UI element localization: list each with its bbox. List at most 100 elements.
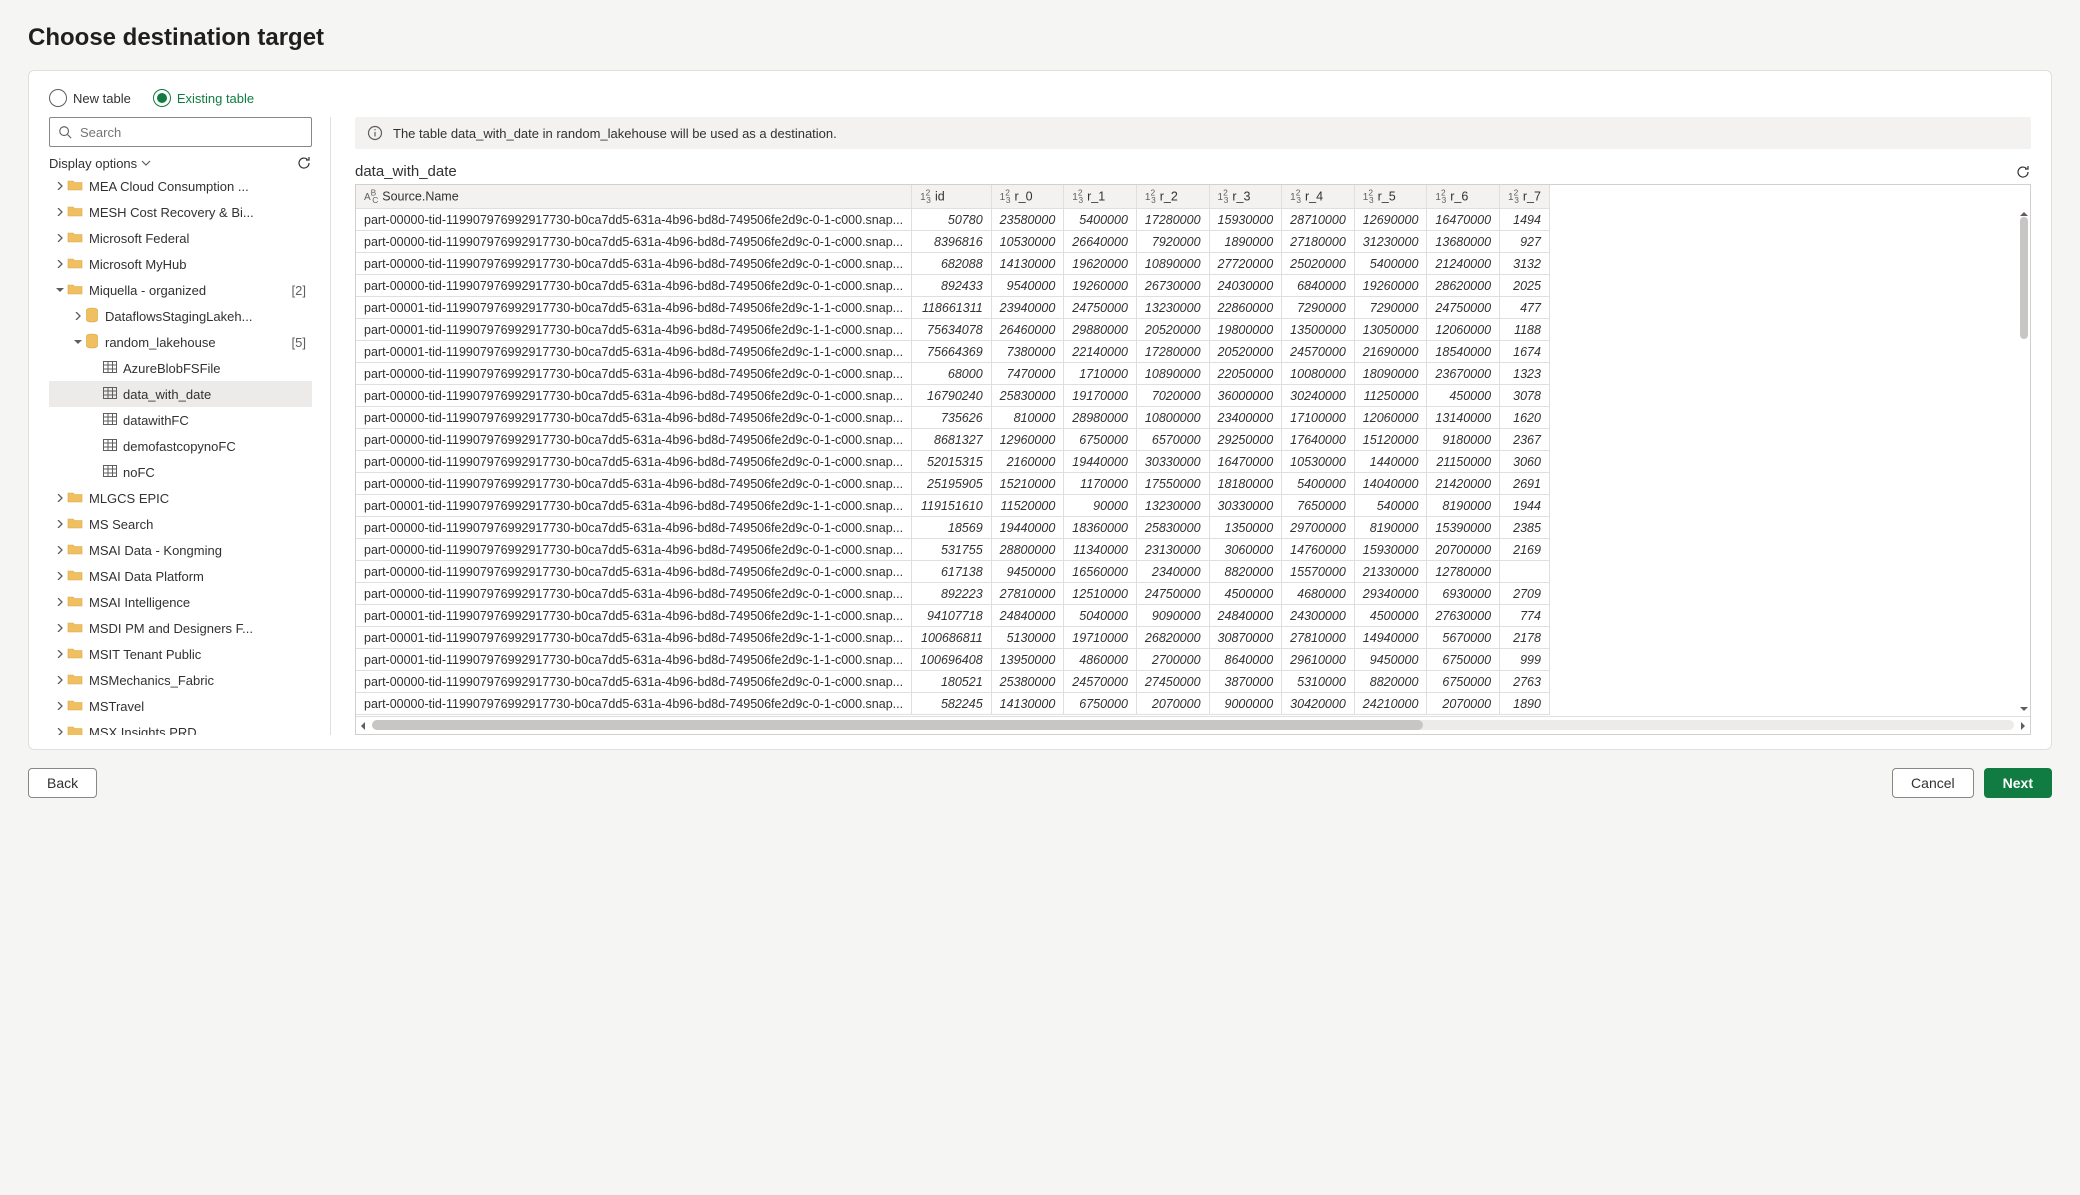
column-header[interactable]: 123id [912,185,992,209]
table-row[interactable]: part-00000-tid-1199079769929​17730-b0ca7… [356,451,1549,473]
table-cell: 12510000 [1064,583,1137,605]
tree-item[interactable]: MSX Insights PRD [49,719,312,735]
tree-item[interactable]: MSIT Tenant Public [49,641,312,667]
table-row[interactable]: part-00000-tid-1199079769929​17730-b0ca7… [356,231,1549,253]
lakehouse-icon [85,307,99,326]
tree-item[interactable]: Microsoft Federal [49,225,312,251]
tree-item[interactable]: MSAI Data Platform [49,563,312,589]
table-cell: 6570000 [1136,429,1209,451]
cancel-button[interactable]: Cancel [1892,768,1974,798]
table-cell: 13500000 [1282,319,1355,341]
table-cell: 30420000 [1282,693,1355,715]
table-row[interactable]: part-00000-tid-1199079769929​17730-b0ca7… [356,209,1549,231]
tree-item[interactable]: noFC [49,459,312,485]
table-row[interactable]: part-00001-tid-1199079769929​17730-b0ca7… [356,627,1549,649]
table-cell: 12780000 [1427,561,1500,583]
table-cell: 15930000 [1354,539,1427,561]
column-header[interactable]: 123r_5 [1354,185,1427,209]
table-row[interactable]: part-00001-tid-1199079769929​17730-b0ca7… [356,495,1549,517]
table-cell: part-00000-tid-1199079769929​17730-b0ca7… [356,253,912,275]
refresh-preview-button[interactable] [2015,164,2031,180]
tree-item[interactable]: AzureBlobFSFile [49,355,312,381]
tree-item[interactable]: MESH Cost Recovery & Bi... [49,199,312,225]
tree-item[interactable]: MSTravel [49,693,312,719]
column-header[interactable]: 123r_6 [1427,185,1500,209]
grid-scroll-right-icon[interactable] [2016,717,2030,734]
search-input[interactable] [78,124,303,141]
table-row[interactable]: part-00001-tid-1199079769929​17730-b0ca7… [356,297,1549,319]
caret-icon [71,338,85,346]
tree-item[interactable]: MSAI Data - Kongming [49,537,312,563]
table-row[interactable]: part-00000-tid-1199079769929​17730-b0ca7… [356,275,1549,297]
tree-item[interactable]: MSAI Intelligence [49,589,312,615]
caret-icon [53,546,67,554]
table-cell: 5130000 [991,627,1064,649]
tree-item[interactable]: MS Search [49,511,312,537]
table-cell: 23670000 [1427,363,1500,385]
table-cell: 15390000 [1427,517,1500,539]
tree-item[interactable]: data_with_date [49,381,312,407]
table-cell: 17550000 [1136,473,1209,495]
table-row[interactable]: part-00000-tid-1199079769929​17730-b0ca7… [356,693,1549,715]
table-row[interactable]: part-00000-tid-1199079769929​17730-b0ca7… [356,253,1549,275]
table-row[interactable]: part-00000-tid-1199079769929​17730-b0ca7… [356,583,1549,605]
column-header[interactable]: 123r_7 [1500,185,1550,209]
grid-scroll-left-icon[interactable] [356,717,370,734]
next-button[interactable]: Next [1984,768,2052,798]
table-row[interactable]: part-00000-tid-1199079769929​17730-b0ca7… [356,561,1549,583]
table-cell: 19620000 [1064,253,1137,275]
column-type-icon: 123 [1435,192,1446,203]
table-row[interactable]: part-00001-tid-1199079769929​17730-b0ca7… [356,605,1549,627]
table-cell: 18360000 [1064,517,1137,539]
table-cell: 30330000 [1136,451,1209,473]
tree-item[interactable]: DataflowsStagingLakeh... [49,303,312,329]
navigator-pane: Display options MEA Cloud Consumption ..… [49,117,331,735]
table-icon [103,413,117,428]
column-header[interactable]: 123r_1 [1064,185,1137,209]
table-row[interactable]: part-00000-tid-1199079769929​17730-b0ca7… [356,539,1549,561]
tree-item[interactable]: datawithFC [49,407,312,433]
table-row[interactable]: part-00001-tid-1199079769929​17730-b0ca7… [356,319,1549,341]
table-row[interactable]: part-00001-tid-1199079769929​17730-b0ca7… [356,341,1549,363]
tree-item[interactable]: MSDI PM and Designers F... [49,615,312,641]
table-row[interactable]: part-00000-tid-1199079769929​17730-b0ca7… [356,517,1549,539]
tree-item[interactable]: random_lakehouse[5] [49,329,312,355]
table-cell: 12960000 [991,429,1064,451]
column-header[interactable]: 123r_2 [1136,185,1209,209]
tree-item[interactable]: demofastcopynoFC [49,433,312,459]
tree-item[interactable]: Miquella - organized[2] [49,277,312,303]
tree-item[interactable]: Microsoft MyHub [49,251,312,277]
back-button[interactable]: Back [28,768,97,798]
lakehouse-icon [85,333,99,352]
table-row[interactable]: part-00000-tid-1199079769929​17730-b0ca7… [356,407,1549,429]
tree-item[interactable]: MEA Cloud Consumption ... [49,173,312,199]
table-row[interactable]: part-00000-tid-1199079769929​17730-b0ca7… [356,385,1549,407]
tree-item[interactable]: MSMechanics_Fabric [49,667,312,693]
tree-item-label: Miquella - organized [89,283,206,298]
table-row[interactable]: part-00000-tid-1199079769929​17730-b0ca7… [356,473,1549,495]
tree-item[interactable]: MLGCS EPIC [49,485,312,511]
column-header[interactable]: 123r_0 [991,185,1064,209]
grid-horizontal-scrollbar[interactable] [372,720,2014,730]
table-row[interactable]: part-00000-tid-1199079769929​17730-b0ca7… [356,429,1549,451]
display-options-toggle[interactable]: Display options [49,156,151,171]
grid-vertical-scrollbar[interactable] [2018,207,2030,716]
table-cell: 6930000 [1427,583,1500,605]
table-cell: 5310000 [1282,671,1355,693]
table-cell: 29880000 [1064,319,1137,341]
table-row[interactable]: part-00000-tid-1199079769929​17730-b0ca7… [356,363,1549,385]
table-row[interactable]: part-00000-tid-1199079769929​17730-b0ca7… [356,671,1549,693]
grid-scroll-down-icon[interactable] [2018,702,2030,716]
table-cell: 6750000 [1427,649,1500,671]
search-box[interactable] [49,117,312,147]
tree-item-label: MSX Insights PRD [89,725,197,736]
column-header[interactable]: 123r_4 [1282,185,1355,209]
table-row[interactable]: part-00001-tid-1199079769929​17730-b0ca7… [356,649,1549,671]
table-cell: 774 [1500,605,1550,627]
radio-existing-table[interactable]: Existing table [153,89,254,107]
column-header[interactable]: 123r_3 [1209,185,1282,209]
radio-new-table[interactable]: New table [49,89,131,107]
table-cell: 24750000 [1064,297,1137,319]
refresh-tree-button[interactable] [296,155,312,171]
column-header[interactable]: ABCSource.Name [356,185,912,209]
